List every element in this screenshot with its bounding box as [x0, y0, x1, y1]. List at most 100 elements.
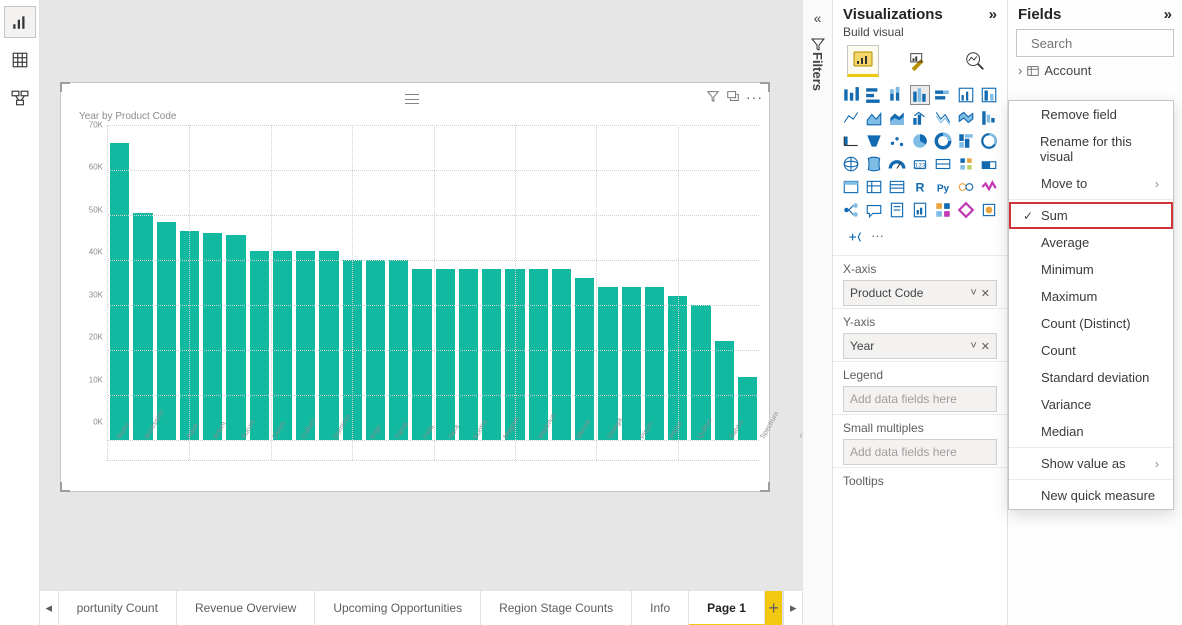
viz-tile[interactable] — [864, 131, 884, 151]
chart-bar[interactable] — [250, 251, 269, 440]
data-view-button[interactable] — [4, 44, 36, 76]
viz-tile[interactable] — [841, 85, 861, 105]
viz-tile[interactable] — [864, 85, 884, 105]
viz-tile[interactable]: Py — [933, 177, 953, 197]
format-tab[interactable] — [903, 45, 935, 77]
page-tab[interactable]: Upcoming Opportunities — [315, 591, 481, 625]
viz-tile[interactable] — [933, 131, 953, 151]
page-scroll-right[interactable]: ▸ — [783, 591, 802, 625]
viz-overflow-button[interactable]: ··· — [871, 228, 884, 249]
viz-tile[interactable] — [979, 85, 999, 105]
fields-search-input[interactable] — [1029, 35, 1182, 52]
viz-tile[interactable] — [910, 131, 930, 151]
menu-item[interactable]: Variance — [1009, 391, 1173, 418]
viz-tile[interactable] — [864, 177, 884, 197]
viz-tile[interactable]: 123 — [910, 154, 930, 174]
page-scroll-left[interactable]: ◂ — [40, 591, 59, 625]
table-account[interactable]: › Account — [1008, 61, 1182, 80]
xaxis-dropdown[interactable]: ˅ — [970, 287, 976, 299]
menu-item[interactable]: Maximum — [1009, 283, 1173, 310]
viz-tile[interactable] — [887, 200, 907, 220]
more-visuals-icon[interactable] — [847, 228, 865, 249]
viz-tile[interactable] — [979, 131, 999, 151]
chart-bar[interactable] — [436, 269, 455, 440]
report-canvas[interactable]: ··· Year by Product Code 0K10K20K30K40K5… — [40, 0, 802, 625]
chart-bar[interactable] — [412, 269, 431, 440]
viz-tile[interactable] — [979, 154, 999, 174]
chart-bar[interactable] — [226, 235, 245, 440]
viz-tile[interactable] — [933, 200, 953, 220]
add-page-button[interactable]: + — [765, 591, 784, 625]
viz-tile[interactable] — [933, 154, 953, 174]
page-tab[interactable]: Region Stage Counts — [481, 591, 632, 625]
viz-tile[interactable] — [910, 200, 930, 220]
viz-tile[interactable] — [956, 108, 976, 128]
menu-item[interactable]: Rename for this visual — [1009, 128, 1173, 170]
visual-focus-icon[interactable] — [726, 89, 740, 106]
viz-tile[interactable] — [956, 154, 976, 174]
viz-tile[interactable] — [979, 177, 999, 197]
yaxis-field-well[interactable]: Year ˅ ✕ — [843, 333, 997, 359]
viz-tile[interactable] — [933, 85, 953, 105]
viz-tile[interactable] — [864, 200, 884, 220]
collapse-fields-button[interactable]: » — [1164, 6, 1172, 23]
viz-tile[interactable] — [887, 154, 907, 174]
viz-tile[interactable] — [841, 177, 861, 197]
visual-filter-icon[interactable] — [706, 89, 720, 106]
viz-tile[interactable] — [864, 108, 884, 128]
canvas-surface[interactable]: ··· Year by Product Code 0K10K20K30K40K5… — [40, 0, 802, 590]
chart-bar[interactable] — [157, 222, 176, 440]
visual-drag-handle[interactable] — [405, 94, 419, 104]
viz-tile[interactable] — [887, 85, 907, 105]
menu-item[interactable]: New quick measure — [1009, 482, 1173, 509]
page-tab[interactable]: Revenue Overview — [177, 591, 315, 625]
viz-tile[interactable] — [887, 108, 907, 128]
model-view-button[interactable] — [4, 82, 36, 114]
small-multiples-well[interactable]: Add data fields here — [843, 439, 997, 465]
resize-handle[interactable] — [60, 482, 70, 492]
menu-item[interactable]: Show value as› — [1009, 450, 1173, 477]
viz-tile[interactable] — [910, 108, 930, 128]
chart-bar[interactable] — [203, 233, 222, 440]
page-tab[interactable]: Page 1 — [689, 591, 765, 625]
viz-tile[interactable] — [956, 177, 976, 197]
viz-tile[interactable] — [933, 108, 953, 128]
resize-handle[interactable] — [760, 482, 770, 492]
menu-item[interactable]: Move to› — [1009, 170, 1173, 197]
viz-tile[interactable] — [841, 108, 861, 128]
visual-frame[interactable]: ··· Year by Product Code 0K10K20K30K40K5… — [60, 82, 770, 492]
chart-bar[interactable] — [319, 251, 338, 440]
viz-tile[interactable] — [887, 131, 907, 151]
chart-bar[interactable] — [133, 213, 152, 440]
collapse-visualizations-button[interactable]: » — [989, 6, 997, 23]
chart-bar[interactable] — [482, 269, 501, 440]
menu-item[interactable]: Median — [1009, 418, 1173, 445]
viz-tile[interactable] — [956, 85, 976, 105]
page-tab[interactable]: Info — [632, 591, 689, 625]
xaxis-field-well[interactable]: Product Code ˅ ✕ — [843, 280, 997, 306]
visual-more-icon[interactable]: ··· — [746, 89, 763, 106]
report-view-button[interactable] — [4, 6, 36, 38]
viz-tile[interactable] — [887, 177, 907, 197]
analytics-tab[interactable] — [959, 45, 991, 77]
menu-item[interactable]: Count — [1009, 337, 1173, 364]
legend-field-well[interactable]: Add data fields here — [843, 386, 997, 412]
fields-search[interactable] — [1016, 29, 1174, 57]
menu-item[interactable]: Count (Distinct) — [1009, 310, 1173, 337]
viz-tile[interactable] — [841, 154, 861, 174]
viz-tile[interactable] — [841, 131, 861, 151]
viz-tile[interactable] — [979, 200, 999, 220]
viz-tile[interactable] — [910, 85, 930, 105]
chart-bar[interactable] — [459, 269, 478, 440]
yaxis-remove[interactable]: ✕ — [981, 340, 990, 353]
chart-bar[interactable] — [273, 251, 292, 440]
xaxis-remove[interactable]: ✕ — [981, 287, 990, 300]
chart-bar[interactable] — [575, 278, 594, 440]
page-tab[interactable]: portunity Count — [59, 591, 177, 625]
chart-bar[interactable] — [296, 251, 315, 440]
chart-bar[interactable] — [645, 287, 664, 440]
build-tab[interactable] — [847, 45, 879, 77]
viz-tile[interactable]: R — [910, 177, 930, 197]
viz-tile[interactable] — [956, 200, 976, 220]
menu-item[interactable]: Standard deviation — [1009, 364, 1173, 391]
